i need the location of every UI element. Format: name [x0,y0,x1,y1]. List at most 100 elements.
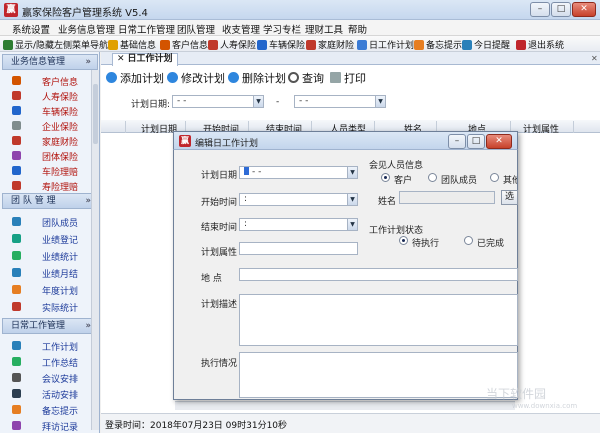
col-plan-attr[interactable]: 计划属性 [523,122,559,135]
sidebar-item-group[interactable]: 团体保险 [42,150,78,163]
dialog-close-button[interactable]: ✕ [486,134,512,149]
app-logo-icon: 赢 [179,135,191,147]
select-person-button[interactable]: 选择 [501,190,518,205]
scrollbar-thumb[interactable] [93,84,98,144]
life-claim-icon [12,181,21,190]
sidebar-item-customer[interactable]: 客户信息 [42,75,78,88]
sidebar-item-home[interactable]: 家庭财险 [42,135,78,148]
place-input[interactable] [239,268,518,281]
sidebar-item-actual-stats[interactable]: 实际统计 [42,301,78,314]
chevron-down-icon[interactable]: ▼ [347,194,357,205]
radio-other-label: 其他 [503,176,517,186]
sidebar-item-car-claim[interactable]: 车险理赔 [42,165,78,178]
exec-label: 执行情况 [201,359,238,369]
delete-plan-button[interactable]: 删除计划 [228,70,286,86]
sidebar-item-perf-stats[interactable]: 业绩统计 [42,250,78,263]
sidebar-item-meeting[interactable]: 会议安排 [42,372,78,385]
person-name-input[interactable] [399,191,495,204]
toolbar-life-insurance[interactable]: 人寿保险 [208,38,256,51]
toolbar-car-insurance[interactable]: 车辆保险 [257,38,305,51]
search-button[interactable]: 查询 [288,70,324,86]
radio-pending[interactable] [399,236,408,245]
sidebar-item-work-plan[interactable]: 工作计划 [42,340,78,353]
sidebar-item-visit[interactable]: 拜访记录 [42,420,78,433]
plan-date-picker[interactable]: - - ▼ [239,166,358,179]
print-button[interactable]: 打印 [330,70,366,86]
exec-textarea[interactable] [239,352,518,398]
toolbar-today-reminder[interactable]: 今日提醒 [462,38,510,51]
sidebar-item-life[interactable]: 人寿保险 [42,90,78,103]
actual-stats-icon [12,302,21,311]
watermark-url: www.downxia.com [512,402,578,410]
enterprise-icon [12,121,21,130]
menu-tools[interactable]: 理财工具 [305,22,343,36]
radio-completed[interactable] [464,236,473,245]
chevron-down-icon[interactable]: ▼ [347,167,357,178]
dialog-minimize-button[interactable]: – [448,134,466,149]
sidebar-item-annual-plan[interactable]: 年度计划 [42,284,78,297]
dialog-maximize-button[interactable]: □ [467,134,485,149]
chevron-down-icon[interactable]: ▼ [253,96,263,107]
menu-team[interactable]: 团队管理 [177,22,215,36]
tabbar-close-icon[interactable]: ✕ [591,54,598,63]
toolbar-memo[interactable]: 备忘提示 [414,38,462,51]
toolbar-basic-info[interactable]: 基础信息 [108,38,156,51]
sidebar-item-perf-register[interactable]: 业绩登记 [42,233,78,246]
tab-close-icon[interactable]: ✕ [117,54,125,64]
menu-finance[interactable]: 收支管理 [222,22,260,36]
sidebar-item-life-claim[interactable]: 寿险理赔 [42,180,78,193]
sidebar-item-work-summary[interactable]: 工作总结 [42,356,78,369]
toolbar-exit[interactable]: 退出系统 [516,38,564,51]
sidebar-section-business[interactable]: 业务信息管理» [2,54,98,70]
end-time-picker[interactable]: : ▼ [239,218,358,231]
chevron-down-icon[interactable]: ▼ [347,219,357,230]
sidebar-section-team[interactable]: 团 队 管 理» [2,193,98,209]
visit-icon [12,421,21,430]
start-time-picker[interactable]: : ▼ [239,193,358,206]
sidebar-item-perf-monthly[interactable]: 业绩月结 [42,267,78,280]
customer-icon [160,40,170,50]
tab-daily-plan[interactable]: ✕ 日工作计划 [112,53,178,66]
menu-help[interactable]: 帮助 [348,22,367,36]
sidebar-scrollbar[interactable] [91,70,99,430]
toolbar-toggle-nav[interactable]: 显示/隐藏左侧菜单导航 [3,38,108,51]
filter-date-from[interactable]: - - ▼ [172,95,264,108]
status-group-title: 工作计划状态 [369,226,424,236]
maximize-button[interactable]: □ [551,2,571,17]
plan-attr-input[interactable] [239,242,358,255]
menu-daily-work[interactable]: 日常工作管理 [118,22,175,36]
toolbar-daily-plan[interactable]: 日工作计划 [357,38,414,51]
sidebar-item-memo[interactable]: 备忘提示 [42,404,78,417]
menu-system-settings[interactable]: 系统设置 [12,22,50,36]
radio-pending-label: 待执行 [412,239,440,249]
sidebar-item-team-member[interactable]: 团队成员 [42,216,78,229]
chevron-down-icon[interactable]: ▼ [375,96,385,107]
toolbar-customer-info[interactable]: 客户信息 [160,38,208,51]
life-insurance-icon [12,91,21,100]
radio-team-member[interactable] [428,173,437,182]
sidebar-item-activity[interactable]: 活动安排 [42,388,78,401]
radio-customer[interactable] [381,173,390,182]
summary-icon [12,357,21,366]
sidebar-section-daily[interactable]: 日常工作管理» [2,318,98,334]
sidebar-item-car[interactable]: 车辆保险 [42,105,78,118]
place-label: 地 点 [201,274,222,284]
col-plan-date[interactable]: 计划日期 [141,122,177,135]
edit-plan-button[interactable]: 修改计划 [167,70,225,86]
window-titlebar: 赢 赢家保险客户管理系统 V5.4 – □ ✕ [0,0,600,20]
toolbar-home-insurance[interactable]: 家庭财险 [306,38,354,51]
collapse-icon[interactable]: » [85,55,91,69]
sidebar-item-enterprise[interactable]: 企业保险 [42,120,78,133]
filter-date-to[interactable]: - - ▼ [294,95,386,108]
menu-business-info[interactable]: 业务信息管理 [58,22,115,36]
add-plan-button[interactable]: 添加计划 [106,70,164,86]
menu-study[interactable]: 学习专栏 [263,22,301,36]
close-button[interactable]: ✕ [572,2,596,17]
minimize-button[interactable]: – [530,2,550,17]
grid-horizontal-scrollbar[interactable] [175,401,515,410]
people-group-title: 会见人员信息 [369,161,424,171]
radio-team-member-label: 团队成员 [441,176,478,186]
plan-desc-textarea[interactable] [239,294,518,346]
layout-icon [3,40,13,50]
radio-other[interactable] [490,173,499,182]
